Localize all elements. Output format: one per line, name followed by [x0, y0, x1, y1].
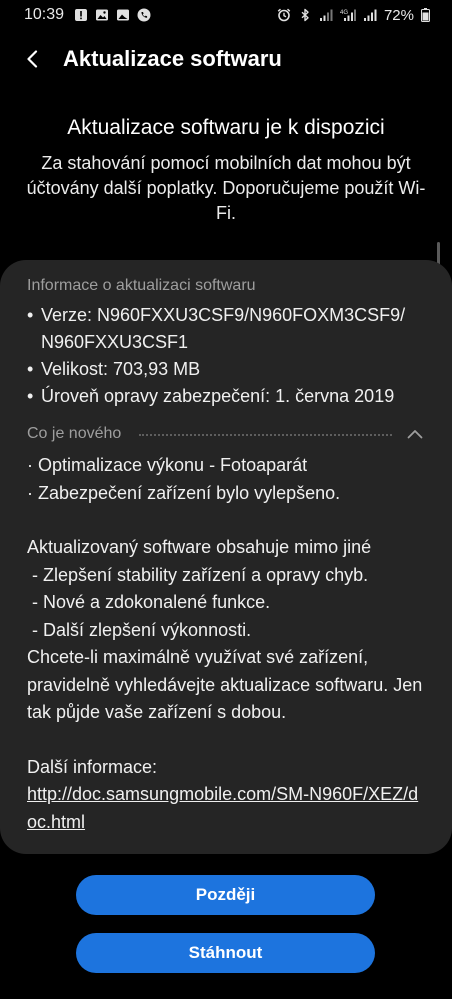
whats-new-list: · Optimalizace výkonu - Fotoaparát · Zab… — [27, 452, 424, 507]
back-button[interactable] — [9, 36, 57, 82]
download-button[interactable]: Stáhnout — [76, 933, 375, 973]
status-left: 10:39 — [24, 6, 151, 24]
details-line: - Další zlepšení výkonnosti. — [27, 619, 252, 640]
update-info-card: Informace o aktualizaci softwaru Verze: … — [0, 260, 452, 854]
info-security-patch: Úroveň opravy zabezpečení: 1. června 201… — [27, 383, 424, 410]
status-time: 10:39 — [24, 6, 65, 23]
status-right: 4G 72% — [277, 7, 430, 24]
details-line: Aktualizovaný software obsahuje mimo jin… — [27, 537, 372, 557]
whats-new-header[interactable]: Co je nového — [27, 422, 424, 446]
whats-new-title: Co je nového — [27, 425, 122, 442]
page-title: Aktualizace softwaru — [63, 46, 282, 71]
gallery-icon — [116, 8, 130, 22]
details-line: Chcete-li maximálně využívat své zařízen… — [27, 647, 423, 722]
update-heading: Aktualizace softwaru je k dispozici — [67, 116, 385, 139]
app-header: Aktualizace softwaru — [0, 36, 452, 82]
warning-icon — [74, 8, 88, 22]
battery-icon — [421, 8, 430, 22]
alarm-icon — [277, 8, 291, 22]
details-line: - Zlepšení stability zařízení a opravy c… — [27, 564, 369, 585]
info-section-title: Informace o aktualizaci softwaru — [27, 277, 256, 294]
news-line: · Optimalizace výkonu - Fotoaparát — [27, 455, 308, 475]
phone-icon — [137, 8, 151, 22]
info-list: Verze: N960FXXU3CSF9/N960FOXM3CSF9/ N960… — [27, 302, 424, 410]
network-label: 4G — [340, 10, 348, 16]
info-version: Verze: N960FXXU3CSF9/N960FOXM3CSF9/ N960… — [27, 302, 424, 356]
update-details: Aktualizovaný software obsahuje mimo jin… — [27, 534, 424, 727]
image-icon — [95, 8, 109, 22]
signal-icon — [319, 8, 333, 22]
later-button[interactable]: Později — [76, 875, 375, 915]
more-info: Další informace: http://doc.samsungmobil… — [27, 754, 424, 837]
details-line: - Nové a zdokonalené funkce. — [27, 592, 271, 612]
more-info-link[interactable]: http://doc.samsungmobile.com/SM-N960F/XE… — [27, 781, 424, 836]
back-arrow-icon — [27, 50, 38, 68]
more-info-label: Další informace: — [27, 756, 158, 777]
mobile-data-warning: Za stahování pomocí mobilních dat mohou … — [26, 153, 426, 223]
info-size: Velikost: 703,93 MB — [27, 356, 424, 383]
signal-icon-2 — [363, 8, 377, 22]
battery-percentage: 72% — [383, 6, 414, 24]
bluetooth-icon — [298, 8, 312, 22]
chevron-up-icon[interactable] — [406, 425, 424, 443]
news-line: · Zabezpečení zařízení bylo vylepšeno. — [27, 482, 341, 503]
status-bar: 10:39 4G 72% — [0, 0, 452, 30]
divider — [139, 434, 392, 436]
4g-signal-icon: 4G — [340, 8, 356, 22]
